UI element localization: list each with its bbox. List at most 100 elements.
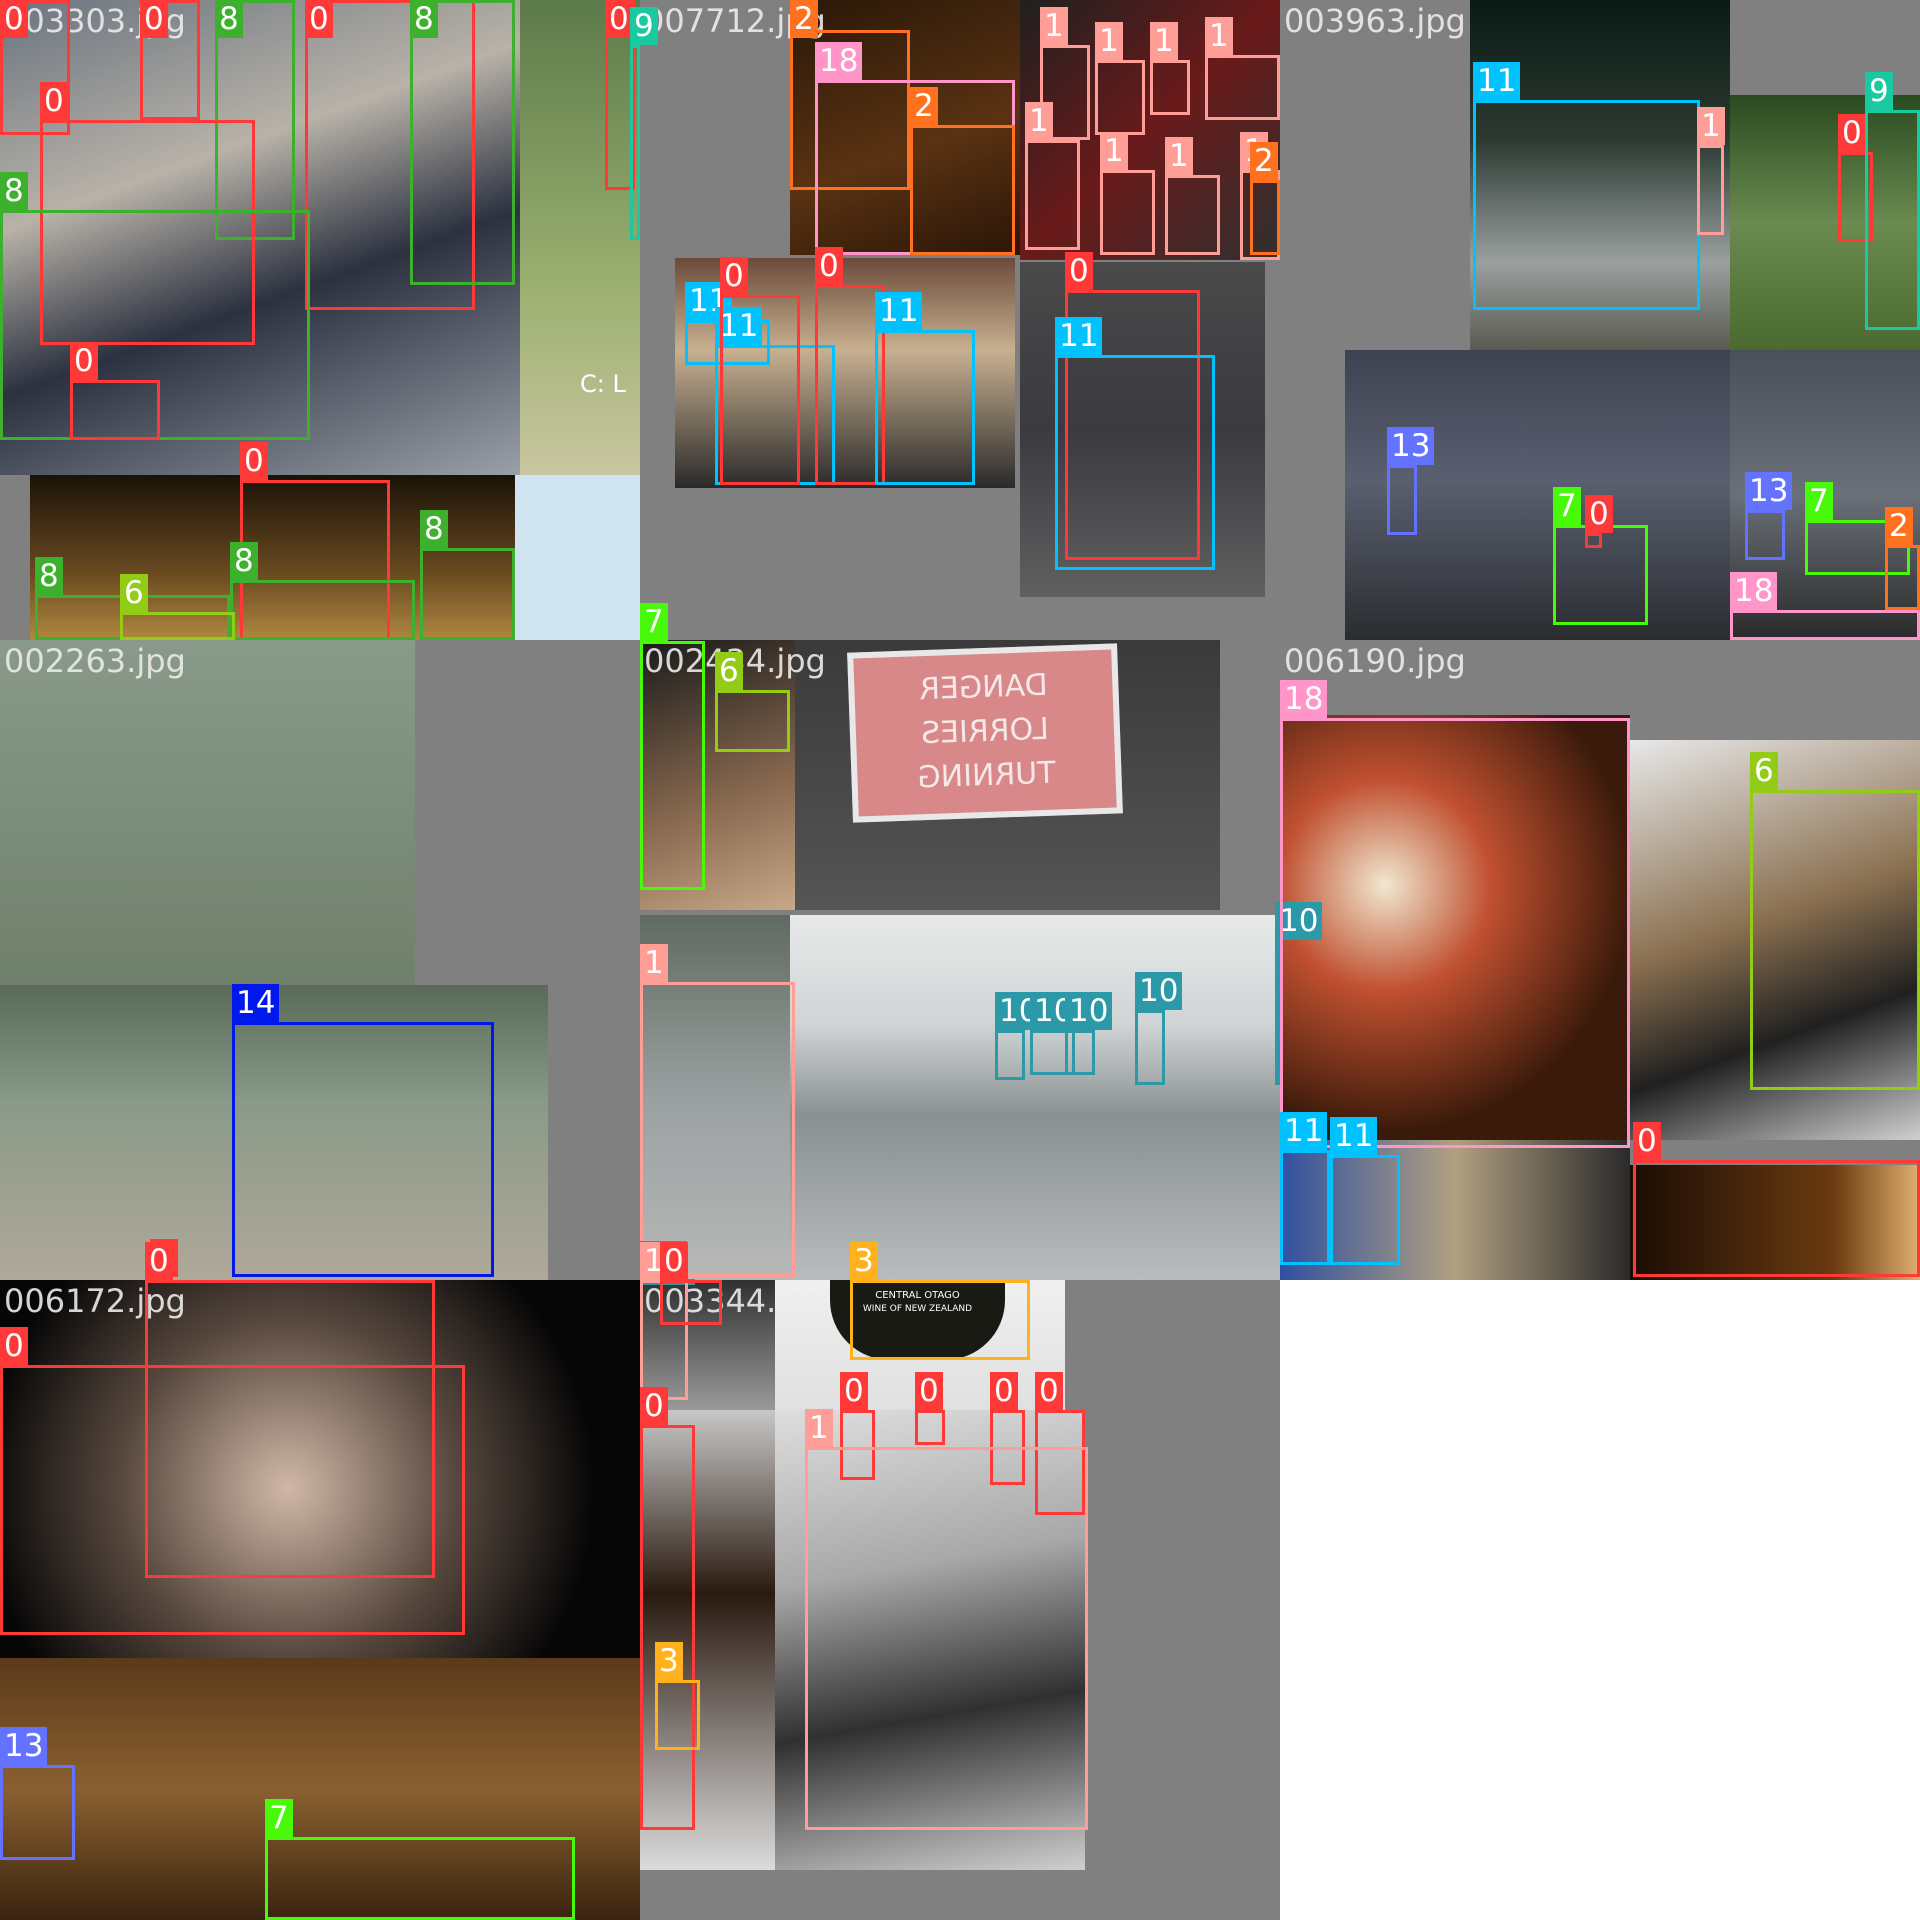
photo-fence-text: C: L: [580, 370, 626, 398]
class-label: 13: [1387, 427, 1435, 465]
class-label: 0: [40, 82, 68, 120]
bounding-box: [0, 1765, 75, 1860]
class-label: 0: [240, 442, 268, 480]
bounding-box: [1025, 140, 1080, 250]
bounding-box: [1100, 170, 1155, 255]
class-label: 0: [70, 342, 98, 380]
bounding-box: [230, 580, 415, 640]
class-label: 11: [1055, 317, 1103, 355]
bounding-box: [805, 1447, 1088, 1830]
class-label: 11: [1330, 1117, 1378, 1155]
bounding-box: [910, 125, 1015, 255]
class-label: 0: [720, 257, 748, 295]
class-label: 8: [35, 557, 63, 595]
filename-label: 006190.jpg: [1284, 642, 1466, 680]
bounding-box: [420, 548, 515, 640]
class-label: 0: [1633, 1122, 1661, 1160]
bounding-box: [640, 641, 705, 890]
bounding-box: [1885, 545, 1920, 610]
class-label: 1: [1025, 102, 1053, 140]
class-label: 6: [120, 574, 148, 612]
bounding-box: [1473, 100, 1700, 310]
class-label: 1: [1205, 17, 1233, 55]
bounding-box: [1865, 110, 1920, 330]
bounding-box: [1150, 60, 1190, 115]
bounding-box: [1745, 510, 1785, 560]
class-label: 0: [1838, 114, 1866, 152]
class-label: 9: [1865, 72, 1893, 110]
class-label: 1: [1095, 22, 1123, 60]
class-label: 1: [1697, 107, 1725, 145]
class-label: 10: [1065, 992, 1113, 1030]
bounding-box: [1065, 1030, 1095, 1075]
class-label: 0: [1585, 495, 1613, 533]
class-label: 1: [1100, 132, 1128, 170]
bounding-box: [232, 1022, 494, 1277]
bounding-box: [1280, 718, 1630, 1148]
class-label: 8: [215, 0, 243, 38]
bounding-box: [1165, 175, 1220, 255]
bounding-box: [1205, 55, 1280, 120]
bounding-box: [265, 1837, 575, 1920]
class-label: 8: [410, 0, 438, 38]
class-label: 2: [1250, 142, 1278, 180]
class-label: 11: [1473, 62, 1521, 100]
filename-label: 003963.jpg: [1284, 2, 1466, 40]
bounding-box: [1585, 533, 1602, 548]
class-label: 7: [265, 1799, 293, 1837]
class-label: 2: [910, 87, 938, 125]
bounding-box: [1730, 610, 1920, 640]
class-label: 0: [640, 1387, 668, 1425]
class-label: 7: [640, 603, 668, 641]
photo-sky: [515, 475, 640, 640]
class-label: 8: [0, 172, 28, 210]
class-label: 0: [660, 1242, 688, 1280]
class-label: 8: [420, 510, 448, 548]
class-label: 2: [790, 0, 818, 38]
bounding-box: [1387, 465, 1417, 535]
class-label: 6: [715, 652, 743, 690]
sign-text-1: DANGER: [918, 667, 1049, 708]
photo-grass-field: [0, 640, 415, 985]
class-label: 0: [915, 1372, 943, 1410]
class-label: 1: [805, 1409, 833, 1447]
class-label: 1: [1040, 7, 1068, 45]
class-label: 3: [655, 1642, 683, 1680]
bounding-box: [915, 1410, 945, 1445]
bounding-box: [640, 982, 795, 1277]
class-label: 11: [875, 292, 923, 330]
class-label: 18: [1730, 572, 1778, 610]
class-label: 13: [1745, 472, 1793, 510]
bounding-box: [720, 295, 800, 485]
bounding-box: [1135, 1010, 1165, 1085]
bounding-box: [875, 330, 975, 485]
class-label: 6: [1750, 752, 1778, 790]
class-label: 0: [840, 1372, 868, 1410]
bounding-box: [660, 1280, 722, 1325]
photo-road-sign: DANGER LORRIES TURNING: [795, 640, 1220, 910]
class-label: 18: [815, 42, 863, 80]
bounding-box: [1095, 60, 1145, 135]
class-label: 0: [140, 0, 168, 38]
class-label: 14: [232, 984, 280, 1022]
class-label: 0: [145, 1242, 173, 1280]
class-label: 1: [1150, 22, 1178, 60]
bounding-box: [0, 1365, 465, 1635]
bounding-box: [70, 380, 160, 440]
sign-text-2: LORRIES: [920, 711, 1050, 752]
class-label: 8: [230, 542, 258, 580]
bounding-box: [1633, 1160, 1920, 1277]
bounding-box: [1055, 355, 1215, 570]
class-label: 0: [990, 1372, 1018, 1410]
bounding-box: [120, 612, 235, 640]
class-label: 1: [640, 944, 668, 982]
bounding-box: [640, 1425, 695, 1830]
danger-sign: DANGER LORRIES TURNING: [847, 643, 1123, 823]
bounding-box: [995, 1030, 1025, 1080]
class-label: 0: [305, 0, 333, 38]
bounding-box: [630, 45, 640, 240]
bounding-box: [410, 0, 515, 285]
class-label: 2: [1885, 507, 1913, 545]
class-label: 18: [1280, 680, 1328, 718]
class-label: 0: [1065, 252, 1093, 290]
